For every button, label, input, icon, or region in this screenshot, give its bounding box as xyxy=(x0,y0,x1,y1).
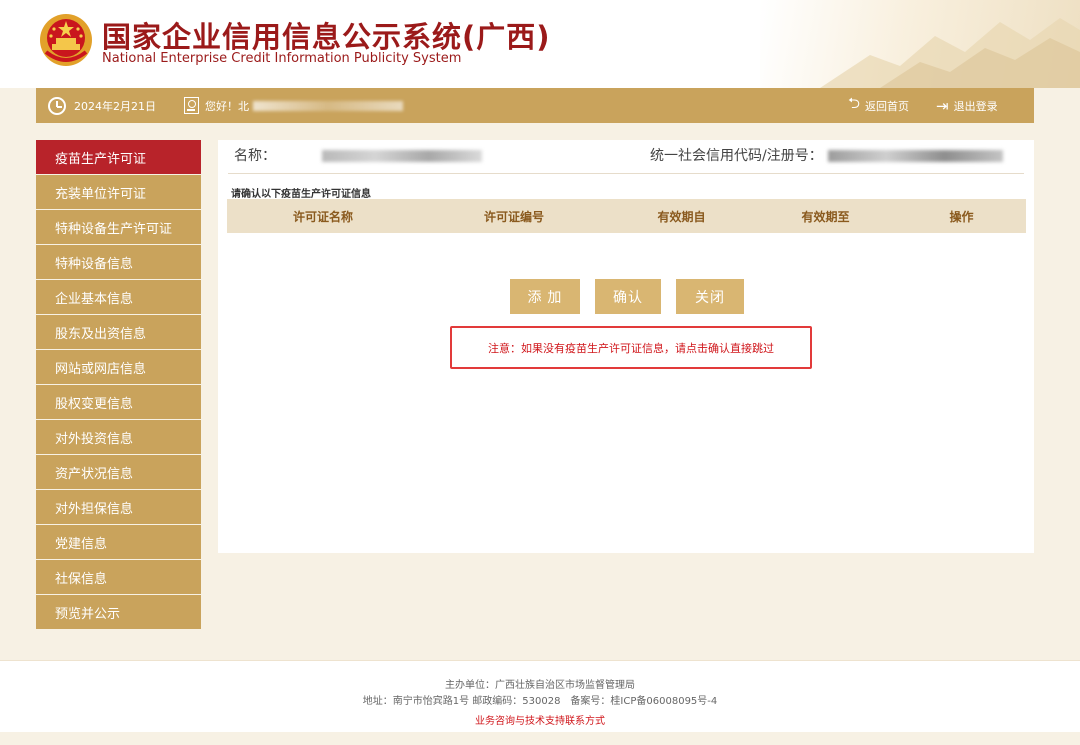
credit-code-label: 统一社会信用代码/注册号： xyxy=(650,148,823,164)
logout-icon: ⇥ xyxy=(936,96,949,115)
footer-address: 地址：南宁市怡宾路1号 邮政编码：530028 备案号：桂ICP备0600809… xyxy=(362,696,718,707)
mountain-art-icon xyxy=(820,18,1080,88)
sidebar-item-guarantee[interactable]: 对外担保信息 xyxy=(36,490,201,524)
confirm-tip: 请确认以下疫苗生产许可证信息 xyxy=(231,189,371,200)
close-button[interactable]: 关闭 xyxy=(676,279,744,314)
redacted-company-name xyxy=(322,150,482,162)
license-table-header: 许可证名称 许可证编号 有效期自 有效期至 操作 xyxy=(227,199,1026,233)
sidebar-item-special-equipment-info[interactable]: 特种设备信息 xyxy=(36,245,201,279)
logout-link[interactable]: ⇥ 退出登录 xyxy=(936,88,998,123)
clock-icon xyxy=(48,96,66,115)
national-emblem-icon xyxy=(40,14,92,66)
site-header: 国家企业信用信息公示系统(广西) National Enterprise Cre… xyxy=(0,0,1080,88)
redacted-username xyxy=(253,100,403,111)
sidebar-item-filling-license[interactable]: 充装单位许可证 xyxy=(36,175,201,209)
sidebar-item-special-equipment-license[interactable]: 特种设备生产许可证 xyxy=(36,210,201,244)
site-subtitle: National Enterprise Credit Information P… xyxy=(102,51,462,66)
home-link[interactable]: ⮌ 返回首页 xyxy=(848,88,909,123)
sidebar-item-party[interactable]: 党建信息 xyxy=(36,525,201,559)
date-text: 2024年2月21日 xyxy=(74,99,156,113)
sidebar-item-social-security[interactable]: 社保信息 xyxy=(36,560,201,594)
site-footer: 主办单位：广西壮族自治区市场监督管理局 地址：南宁市怡宾路1号 邮政编码：530… xyxy=(0,660,1080,732)
logout-link-text: 退出登录 xyxy=(953,99,998,113)
top-bar: 2024年2月21日 您好！北 ⮌ 返回首页 ⇥ 退出登录 xyxy=(36,88,1034,123)
greeting-text: 您好！北 xyxy=(205,99,249,113)
redacted-credit-code xyxy=(828,150,1003,162)
sidebar-item-equity-change[interactable]: 股权变更信息 xyxy=(36,385,201,419)
sidebar-item-basic-info[interactable]: 企业基本信息 xyxy=(36,280,201,314)
sidebar-item-vaccine-license[interactable]: 疫苗生产许可证 xyxy=(36,140,201,174)
date-display: 2024年2月21日 xyxy=(48,88,156,123)
header-decoration xyxy=(760,0,1080,88)
user-card-icon xyxy=(184,97,199,114)
divider xyxy=(228,173,1024,174)
bottom-strip xyxy=(0,732,1080,745)
footer-host: 主办单位：广西壮族自治区市场监督管理局 xyxy=(445,680,635,691)
add-button[interactable]: 添 加 xyxy=(510,279,580,314)
home-link-text: 返回首页 xyxy=(865,99,910,113)
column-license-name: 许可证名称 xyxy=(292,209,353,224)
notice-box: 注意：如果没有疫苗生产许可证信息，请点击确认直接跳过 xyxy=(450,326,812,369)
column-license-number: 许可证编号 xyxy=(483,209,544,224)
sidebar-item-assets[interactable]: 资产状况信息 xyxy=(36,455,201,489)
sidebar-item-investment[interactable]: 对外投资信息 xyxy=(36,420,201,454)
user-greeting: 您好！北 xyxy=(184,88,403,123)
confirm-button[interactable]: 确认 xyxy=(595,279,661,314)
column-valid-from: 有效期自 xyxy=(657,209,706,224)
column-valid-to: 有效期至 xyxy=(801,209,850,224)
sidebar-item-shareholders[interactable]: 股东及出资信息 xyxy=(36,315,201,349)
sidebar-nav: 疫苗生产许可证 充装单位许可证 特种设备生产许可证 特种设备信息 企业基本信息 … xyxy=(36,140,201,630)
sidebar-item-website[interactable]: 网站或网店信息 xyxy=(36,350,201,384)
sidebar-item-preview-publish[interactable]: 预览并公示 xyxy=(36,595,201,629)
footer-contact-link[interactable]: 业务咨询与技术支持联系方式 xyxy=(0,712,1080,727)
name-label: 名称： xyxy=(234,148,276,164)
return-arrow-icon: ⮌ xyxy=(848,94,861,112)
column-actions: 操作 xyxy=(949,209,974,224)
main-panel: 名称： 统一社会信用代码/注册号： 请确认以下疫苗生产许可证信息 许可证名称 许… xyxy=(218,140,1034,553)
site-title: 国家企业信用信息公示系统(广西) xyxy=(102,20,551,54)
